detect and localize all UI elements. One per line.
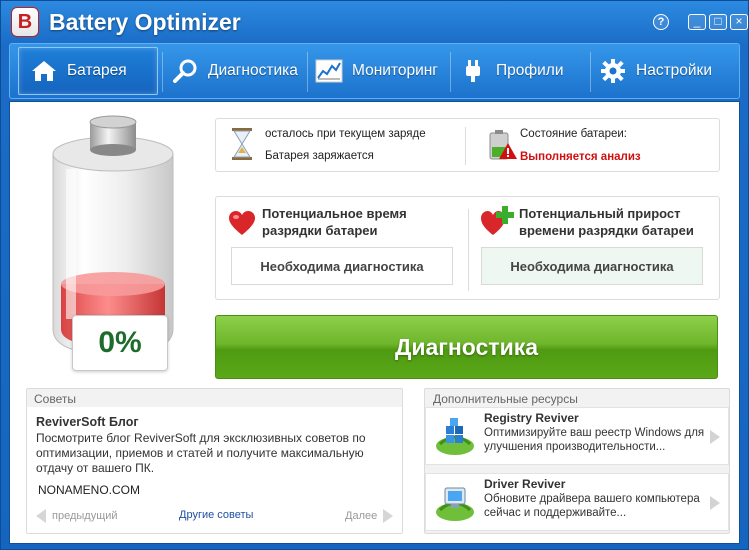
heart-icon	[228, 210, 256, 241]
app-logo-letter: B	[17, 10, 33, 33]
heart-plus-icon	[480, 205, 516, 242]
close-button[interactable]: ×	[730, 14, 748, 30]
nav-divider	[590, 52, 591, 92]
resource-desc: Оптимизируйте ваш реестр Windows для улу…	[484, 427, 705, 453]
nav-divider	[162, 52, 163, 92]
minimize-button[interactable]: _	[688, 14, 706, 30]
tips-panel: Советы ReviverSoft Блог Посмотрите блог …	[26, 388, 403, 534]
diagnose-button[interactable]: Диагностика	[215, 315, 718, 379]
tab-profiles-label: Профили	[496, 62, 564, 79]
resource-title: Driver Reviver	[484, 477, 566, 491]
tips-next-label: Далее	[345, 509, 378, 522]
chart-icon	[314, 56, 344, 86]
time-remaining-label: осталось при текущем заряде	[265, 128, 426, 140]
resource-desc: Обновите драйвера вашего компьютера сейч…	[484, 493, 700, 519]
charge-percent-box: 0%	[72, 315, 168, 371]
app-logo: B	[11, 7, 39, 37]
main-content: 0% осталось при текущем заряде Батарея з…	[9, 101, 740, 544]
chevron-right-icon[interactable]	[710, 496, 720, 510]
resource-title: Registry Reviver	[484, 411, 579, 425]
nav-divider	[450, 52, 451, 92]
status-divider	[465, 127, 466, 165]
resources-panel: Дополнительные ресурсы Registry Reviver …	[424, 388, 730, 534]
main-nav: Батарея Диагностика Мониторинг Профили Н…	[9, 43, 740, 99]
battery-state-label: Состояние батареи:	[520, 128, 627, 140]
tab-battery[interactable]: Батарея	[18, 47, 158, 95]
nav-divider	[307, 52, 308, 92]
home-icon	[29, 56, 59, 86]
tab-settings[interactable]: Настройки	[598, 47, 733, 95]
chevron-right-icon[interactable]	[710, 430, 720, 444]
charge-percent: 0%	[98, 326, 142, 359]
tips-section-title: Советы	[34, 392, 76, 406]
tips-content: ReviverSoft Блог Посмотрите блог Reviver…	[27, 407, 402, 533]
hourglass-icon	[230, 128, 254, 165]
gear-icon	[598, 56, 628, 86]
potential-divider	[468, 209, 469, 291]
tab-diagnostics-label: Диагностика	[208, 62, 298, 79]
potential-gain-title: Потенциальный прирост времени разрядки б…	[519, 206, 694, 238]
tips-next-button[interactable]: Далее	[345, 509, 394, 523]
title-bar[interactable]: B Battery Optimizer ? _ □ ×	[1, 1, 748, 43]
tips-author: NONAMENO.COM	[38, 483, 140, 497]
tips-prev-label: предыдущий	[52, 509, 118, 522]
potential-gain-value: Необходима диагностика	[481, 247, 703, 285]
app-title: Battery Optimizer	[49, 9, 241, 35]
resources-section-title: Дополнительные ресурсы	[433, 392, 578, 406]
tab-profiles[interactable]: Профили	[458, 47, 578, 95]
tab-settings-label: Настройки	[636, 62, 713, 79]
resource-item-driver-reviver[interactable]: Driver Reviver Обновите драйвера вашего …	[425, 473, 729, 531]
tips-more-link[interactable]: Другие советы	[179, 509, 253, 521]
registry-reviver-icon	[434, 416, 476, 456]
potential-time-value: Необходима диагностика	[231, 247, 453, 285]
app-window: B Battery Optimizer ? _ □ × Батарея Диаг…	[0, 0, 749, 550]
arrow-left-icon	[36, 509, 46, 523]
resource-item-registry-reviver[interactable]: Registry Reviver Оптимизируйте ваш реест…	[425, 407, 729, 465]
tab-battery-label: Батарея	[67, 62, 127, 79]
tab-diagnostics[interactable]: Диагностика	[170, 47, 305, 95]
tips-title: ReviverSoft Блог	[36, 415, 139, 429]
charging-status: Батарея заряжается	[265, 150, 374, 162]
battery-alert-icon	[488, 129, 518, 166]
tab-monitoring-label: Мониторинг	[352, 62, 438, 79]
status-panel: осталось при текущем заряде Батарея заря…	[215, 118, 720, 172]
potential-panel: Потенциальное время разрядки батареи Нео…	[215, 196, 720, 300]
battery-state-value: Выполняется анализ	[520, 151, 641, 163]
tab-monitoring[interactable]: Мониторинг	[314, 47, 449, 95]
tips-prev-button[interactable]: предыдущий	[36, 509, 118, 523]
plug-icon	[458, 56, 488, 86]
potential-time-title: Потенциальное время разрядки батареи	[262, 206, 407, 238]
magnifier-icon	[170, 56, 200, 86]
tips-body: Посмотрите блог ReviverSoft для эксклюзи…	[36, 431, 366, 475]
driver-reviver-icon	[434, 482, 476, 522]
maximize-button[interactable]: □	[709, 14, 727, 30]
arrow-right-icon	[383, 509, 394, 523]
help-button[interactable]: ?	[653, 14, 669, 30]
